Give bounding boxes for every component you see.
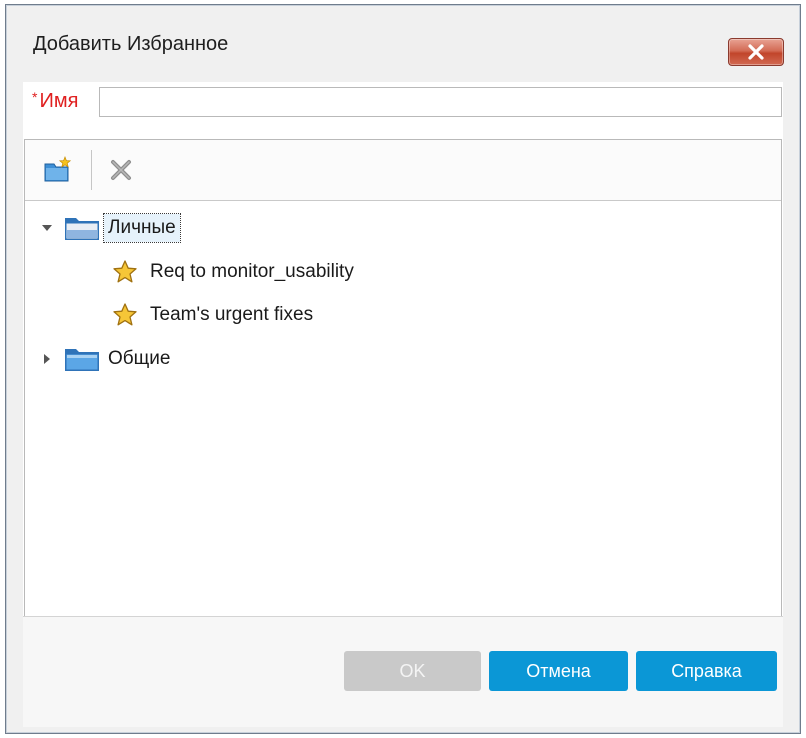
new-folder-icon	[44, 156, 72, 182]
favorites-tree: Личные Req to monitor_usability Team's u…	[25, 200, 781, 638]
new-folder-button[interactable]	[41, 154, 75, 186]
folder-icon	[65, 349, 99, 371]
ok-button[interactable]: OK	[344, 651, 481, 691]
close-icon	[748, 44, 764, 60]
required-mark: *	[32, 89, 38, 105]
tree-expander[interactable]	[38, 350, 56, 368]
tree-node-label: Team's urgent fixes	[150, 304, 314, 325]
dialog-title: Добавить Избранное	[33, 33, 229, 55]
delete-icon	[111, 160, 131, 180]
add-favorite-dialog: Добавить Избранное * Имя Личные Req to m…	[5, 4, 801, 734]
toolbar-separator	[91, 150, 92, 190]
star-icon	[113, 303, 137, 326]
name-row: * Имя	[23, 82, 783, 128]
tree-node-personal[interactable]: Личные	[38, 210, 181, 246]
tree-node-label: Req to monitor_usability	[150, 261, 354, 282]
title-bar[interactable]: Добавить Избранное	[6, 5, 800, 89]
tree-expander[interactable]	[38, 219, 56, 237]
dialog-footer: OK Отмена Справка	[23, 616, 783, 727]
star-icon	[113, 260, 137, 283]
name-label-text: Имя	[39, 90, 79, 112]
cancel-button[interactable]: Отмена	[489, 651, 628, 691]
folder-icon	[65, 218, 99, 240]
tree-node-label: Общие	[108, 348, 171, 369]
close-button[interactable]	[728, 38, 784, 66]
chevron-down-icon	[42, 225, 52, 231]
tree-leaf-team-urgent-fixes[interactable]: Team's urgent fixes	[112, 297, 313, 333]
tree-node-label: Личные	[103, 213, 181, 243]
delete-button[interactable]	[104, 154, 138, 186]
tree-toolbar	[25, 140, 781, 201]
help-button[interactable]: Справка	[636, 651, 777, 691]
dialog-content: * Имя Личные Req to monitor_usability Te…	[23, 82, 783, 727]
tree-leaf-req-monitor-usability[interactable]: Req to monitor_usability	[112, 254, 354, 290]
tree-node-shared[interactable]: Общие	[38, 341, 170, 377]
favorites-tree-panel: Личные Req to monitor_usability Team's u…	[24, 139, 782, 639]
name-label: * Имя	[32, 89, 79, 113]
chevron-right-icon	[44, 354, 50, 364]
name-input[interactable]	[99, 87, 782, 117]
